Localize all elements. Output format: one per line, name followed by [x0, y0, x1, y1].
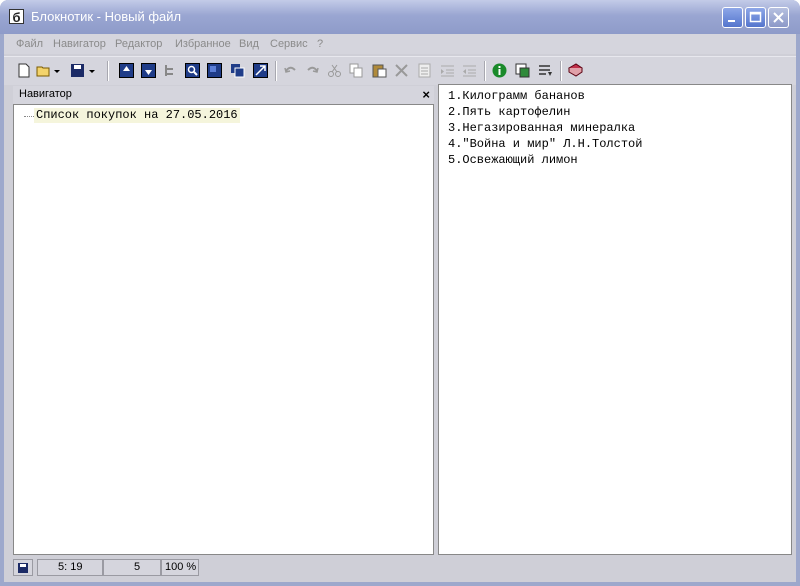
menu-favorites[interactable]: Избранное [175, 38, 231, 50]
book-icon[interactable] [568, 63, 583, 78]
editor-area[interactable]: 1.Килограмм бананов 2.Пять картофелин 3.… [438, 84, 792, 555]
navigator-header: Навигатор × [13, 86, 434, 104]
preview-icon[interactable] [515, 63, 530, 78]
status-zoom: 100 % [161, 559, 199, 576]
toolbar-separator [560, 61, 562, 81]
save-icon[interactable] [70, 63, 85, 78]
status-save-cell [13, 559, 33, 576]
minimize-button[interactable] [722, 7, 743, 28]
open-folder-icon[interactable] [36, 63, 51, 78]
undo-icon[interactable] [283, 63, 298, 78]
redo-icon[interactable] [305, 63, 320, 78]
toolbar-separator [484, 61, 486, 81]
menu-bar: Файл Навигатор Редактор Избранное Вид Се… [4, 34, 796, 54]
tree-icon[interactable] [163, 63, 178, 78]
status-cursor-position: 5: 19 [37, 559, 103, 576]
dropdown-arrow-icon[interactable] [53, 63, 61, 78]
toolbar-separator [107, 61, 109, 81]
maximize-button[interactable] [745, 7, 766, 28]
editor-line: 4."Война и мир" Л.Н.Толстой [448, 137, 643, 151]
delete-icon[interactable] [394, 63, 409, 78]
collapse-icon[interactable] [253, 63, 268, 78]
paste-icon[interactable] [372, 63, 387, 78]
menu-editor[interactable]: Редактор [115, 38, 162, 50]
close-icon [773, 12, 784, 23]
cascade-icon[interactable] [230, 63, 245, 78]
tree-item[interactable]: Список покупок на 27.05.2016 [34, 108, 240, 123]
editor-text[interactable]: 1.Килограмм бананов 2.Пять картофелин 3.… [448, 88, 642, 168]
toolbar [4, 56, 796, 85]
menu-service[interactable]: Сервис [270, 38, 308, 50]
editor-line: 3.Негазированная минералка [448, 121, 636, 135]
copy-icon[interactable] [349, 63, 364, 78]
tree-connector [24, 116, 34, 118]
toolbar-separator [275, 61, 277, 81]
window-title: Блокнотик - Новый файл [31, 9, 182, 24]
navigator-tree[interactable]: Список покупок на 27.05.2016 [13, 104, 434, 555]
editor-line: 5.Освежающий лимон [448, 153, 578, 167]
menu-help[interactable]: ? [317, 38, 323, 50]
app-icon[interactable]: б [9, 9, 24, 25]
window-icon[interactable] [207, 63, 222, 78]
indent-icon[interactable] [440, 63, 455, 78]
title-bar[interactable]: б Блокнотик - Новый файл [0, 0, 800, 34]
status-line-count: 5 [103, 559, 161, 576]
app-window: б Блокнотик - Новый файл Файл Навигатор … [0, 0, 800, 586]
navigator-title: Навигатор [19, 88, 72, 100]
outdent-icon[interactable] [462, 63, 477, 78]
editor-line: 2.Пять картофелин [448, 105, 571, 119]
maximize-icon [749, 11, 762, 23]
save-icon [18, 563, 28, 573]
menu-view[interactable]: Вид [239, 38, 259, 50]
close-button[interactable] [768, 7, 789, 28]
cut-icon[interactable] [327, 63, 342, 78]
dropdown-arrow-icon[interactable] [88, 63, 96, 78]
minimize-icon [728, 20, 735, 22]
insert-icon[interactable] [538, 63, 553, 78]
search-icon[interactable] [185, 63, 200, 78]
navigator-close-button[interactable]: × [422, 87, 430, 102]
document-icon[interactable] [417, 63, 432, 78]
info-icon[interactable] [492, 63, 507, 78]
menu-navigator[interactable]: Навигатор [53, 38, 106, 50]
nav-up-icon[interactable] [119, 63, 134, 78]
new-file-icon[interactable] [16, 63, 31, 78]
editor-line: 1.Килограмм бананов [448, 89, 585, 103]
status-bar: 5: 19 5 100 % [13, 559, 793, 576]
menu-file[interactable]: Файл [16, 38, 43, 50]
nav-down-icon[interactable] [141, 63, 156, 78]
